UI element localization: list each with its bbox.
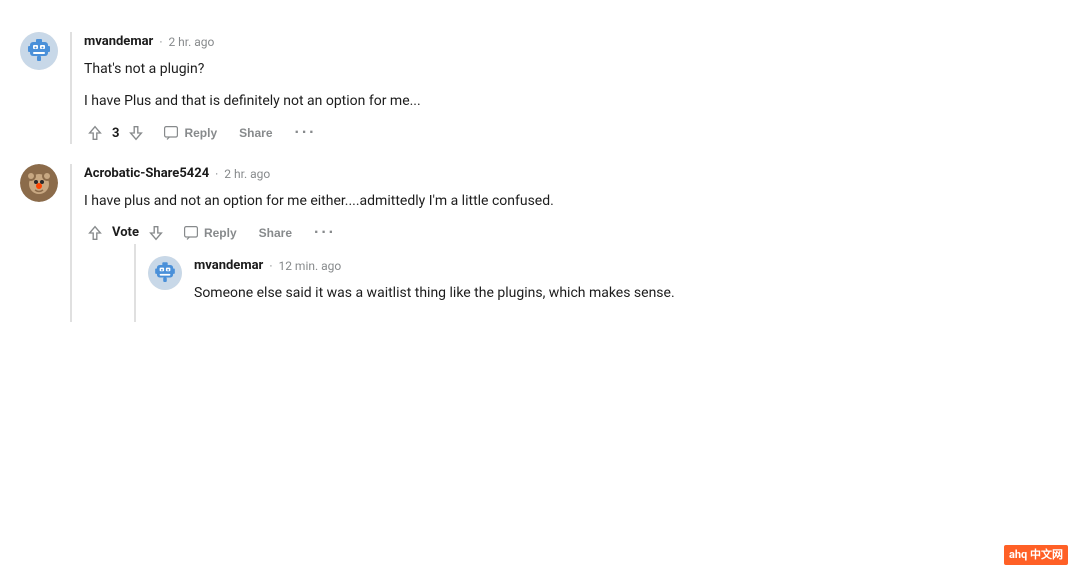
comment-1-dot: · [159,33,162,51]
avatar-mvandemar [20,32,58,70]
comment-1-vote-section: 3 [84,122,147,144]
reply-label-2: Reply [204,226,237,240]
downvote-icon-2 [147,224,165,242]
comment-2-time: 2 hr. ago [224,165,270,183]
upvote-button[interactable] [84,122,106,144]
comment-1-time: 2 hr. ago [168,33,214,51]
comment-1: mvandemar · 2 hr. ago That's not a plugi… [20,20,1060,152]
downvote-button[interactable] [125,122,147,144]
avatar-mvandemar-nested [148,256,182,290]
comment-1-author: mvandemar [84,32,153,52]
share-label-2: Share [259,226,292,240]
comment-thread: mvandemar · 2 hr. ago That's not a plugi… [20,20,1060,330]
downvote-button-2[interactable] [145,222,167,244]
comment-1-meta: mvandemar · 2 hr. ago [84,32,1060,52]
replies-section: mvandemar · 12 min. ago Someone else sai… [134,244,1060,322]
upvote-icon [86,124,104,142]
upvote-button-2[interactable] [84,222,106,244]
comment-2-dot: · [215,165,218,183]
comment-1-body: mvandemar · 2 hr. ago That's not a plugi… [70,32,1060,144]
comment-1-line1: That's not a plugin? [84,58,1060,80]
comment-2-actions: Vote Reply [84,222,1060,244]
reply-button-1[interactable]: Reply [157,122,223,144]
comment-3: mvandemar · 12 min. ago Someone else sai… [136,244,1060,322]
comment-2-body: Acrobatic-Share5424 · 2 hr. ago I have p… [70,164,1060,322]
page-container: mvandemar · 2 hr. ago That's not a plugi… [0,0,1080,350]
comment-1-line2: I have Plus and that is definitely not a… [84,90,1060,112]
more-label-1: ··· [295,124,317,141]
comment-3-author: mvandemar [194,256,263,276]
comment-2-text: I have plus and not an option for me eit… [84,190,1060,212]
comment-1-vote-count: 3 [112,124,119,144]
more-button-2[interactable]: ··· [308,222,342,244]
comment-2-meta: Acrobatic-Share5424 · 2 hr. ago [84,164,1060,184]
comment-1-text: That's not a plugin? I have Plus and tha… [84,58,1060,113]
comment-3-dot: · [269,257,272,275]
chat-icon-1 [163,125,179,141]
comment-2-author: Acrobatic-Share5424 [84,164,209,184]
more-label-2: ··· [314,224,336,241]
comment-3-body: mvandemar · 12 min. ago Someone else sai… [194,256,1060,314]
comment-3-meta: mvandemar · 12 min. ago [194,256,1060,276]
comment-1-actions: 3 Reply [84,122,1060,144]
chat-icon-2 [183,225,199,241]
reply-button-2[interactable]: Reply [177,222,243,244]
more-button-1[interactable]: ··· [289,122,323,144]
avatar-acrobatic [20,164,58,202]
share-button-1[interactable]: Share [233,123,278,143]
watermark-label: ahq 中文网 [1009,548,1063,561]
upvote-icon-2 [86,224,104,242]
share-label-1: Share [239,126,272,140]
reply-label-1: Reply [184,126,217,140]
comment-3-time: 12 min. ago [278,257,341,275]
watermark: ahq 中文网 [1004,545,1068,566]
comment-2: Acrobatic-Share5424 · 2 hr. ago I have p… [20,152,1060,330]
comment-3-text: Someone else said it was a waitlist thin… [194,282,1060,304]
comment-2-vote-text: Vote [112,223,139,243]
comment-2-vote-section: Vote [84,222,167,244]
downvote-icon [127,124,145,142]
share-button-2[interactable]: Share [253,223,298,243]
